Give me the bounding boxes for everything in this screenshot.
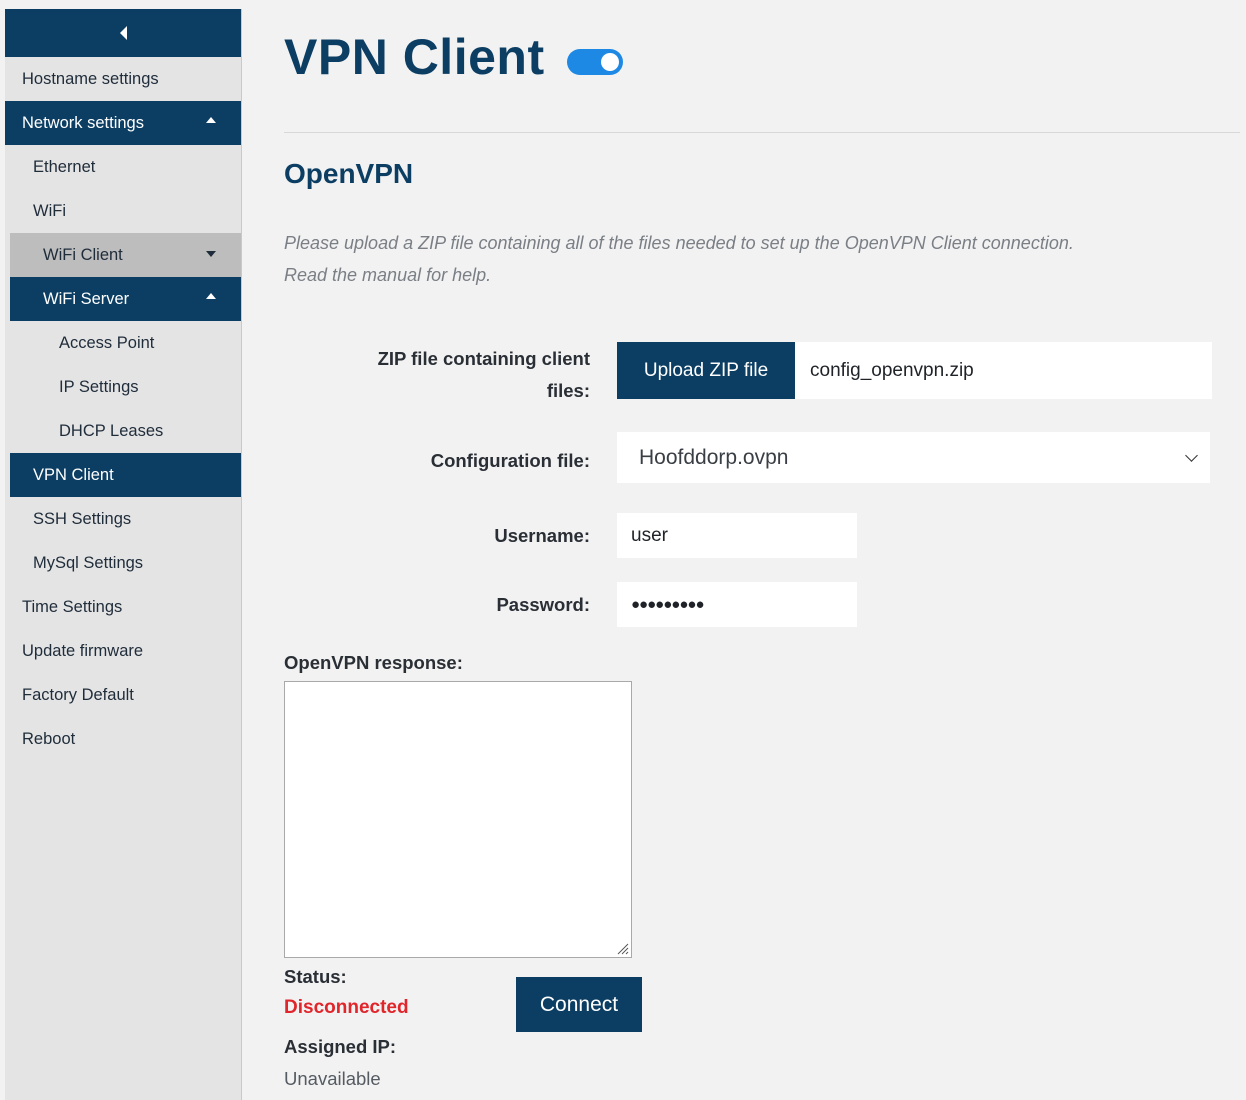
sidebar-item-dhcp-leases[interactable]: DHCP Leases (5, 409, 241, 453)
sidebar-item-label: Factory Default (22, 685, 134, 704)
username-value: user (631, 524, 668, 546)
openvpn-response-textarea[interactable] (284, 681, 632, 958)
sidebar-item-update-firmware[interactable]: Update firmware (5, 629, 241, 673)
sidebar: Hostname settings Network settings Ether… (5, 9, 242, 1100)
sidebar-item-reboot[interactable]: Reboot (5, 717, 241, 761)
sidebar-item-time-settings[interactable]: Time Settings (5, 585, 241, 629)
sidebar-item-ip-settings[interactable]: IP Settings (5, 365, 241, 409)
section-title: OpenVPN (284, 158, 414, 189)
sidebar-item-ethernet[interactable]: Ethernet (5, 145, 241, 189)
password-input[interactable]: ●●●●●●●●● (617, 582, 857, 627)
sidebar-item-wifi-client[interactable]: WiFi Client (10, 233, 241, 277)
sidebar-item-wifi-server[interactable]: WiFi Server (10, 277, 241, 321)
sidebar-item-label: WiFi Server (43, 289, 130, 308)
upload-zip-button[interactable]: Upload ZIP file (617, 342, 795, 399)
chevron-down-icon (1185, 449, 1198, 462)
sidebar-item-mysql-settings[interactable]: MySql Settings (5, 541, 241, 585)
status-label: Status: (284, 966, 347, 987)
page-title: VPN Client (284, 29, 545, 85)
sidebar-item-label: VPN Client (33, 465, 114, 484)
openvpn-response-label: OpenVPN response: (284, 652, 463, 673)
password-value: ●●●●●●●●● (631, 596, 705, 613)
sidebar-item-label: Hostname settings (22, 69, 159, 88)
sidebar-item-label: Update firmware (22, 641, 144, 660)
title-row: VPN Client (284, 28, 623, 86)
chevron-left-icon (120, 26, 127, 40)
vpn-enable-toggle[interactable] (566, 49, 623, 75)
caret-down-icon (206, 251, 216, 257)
sidebar-item-label: Access Point (59, 333, 155, 352)
sidebar-item-label: MySql Settings (33, 553, 144, 572)
help-text-line: Please upload a ZIP file containing all … (284, 233, 1074, 253)
sidebar-item-network-settings[interactable]: Network settings (5, 101, 241, 145)
divider (284, 132, 1240, 133)
sidebar-item-access-point[interactable]: Access Point (5, 321, 241, 365)
sidebar-item-ssh-settings[interactable]: SSH Settings (5, 497, 241, 541)
sidebar-item-label: IP Settings (59, 377, 139, 396)
sidebar-item-label: SSH Settings (33, 509, 132, 528)
sidebar-item-factory-default[interactable]: Factory Default (5, 673, 241, 717)
sidebar-item-label: Time Settings (22, 597, 123, 616)
toggle-knob (600, 53, 619, 71)
sidebar-item-label: Ethernet (33, 157, 96, 176)
assigned-ip-value: Unavailable (284, 1068, 381, 1089)
caret-up-icon (206, 117, 216, 123)
zip-file-label-line: files: (546, 380, 590, 401)
zip-filename-display: config_openvpn.zip (795, 342, 1212, 399)
help-text: Please upload a ZIP file containing all … (284, 227, 1244, 291)
caret-up-icon (206, 293, 216, 299)
status-value: Disconnected (284, 997, 409, 1018)
sidebar-item-label: WiFi Client (43, 245, 123, 264)
resize-grip-icon[interactable] (615, 941, 629, 955)
config-file-select[interactable]: Hoofddorp.ovpn (617, 432, 1210, 483)
password-label: Password: (496, 594, 590, 615)
sidebar-item-label: DHCP Leases (59, 421, 164, 440)
username-input[interactable]: user (617, 513, 857, 558)
help-text-line: Read the manual for help. (284, 265, 492, 285)
connect-button[interactable]: Connect (516, 977, 642, 1032)
zip-file-label-line: ZIP file containing client (377, 348, 590, 369)
sidebar-collapse-button[interactable] (5, 9, 241, 57)
sidebar-item-hostname-settings[interactable]: Hostname settings (5, 57, 241, 101)
assigned-ip-label: Assigned IP: (284, 1036, 397, 1057)
sidebar-item-label: WiFi (33, 201, 66, 220)
config-file-value: Hoofddorp.ovpn (639, 445, 789, 469)
sidebar-item-label: Reboot (22, 729, 76, 748)
sidebar-item-wifi[interactable]: WiFi (5, 189, 241, 233)
config-file-label: Configuration file: (430, 450, 590, 471)
sidebar-item-label: Network settings (22, 113, 144, 132)
sidebar-item-vpn-client[interactable]: VPN Client (10, 453, 241, 497)
username-label: Username: (494, 525, 590, 546)
